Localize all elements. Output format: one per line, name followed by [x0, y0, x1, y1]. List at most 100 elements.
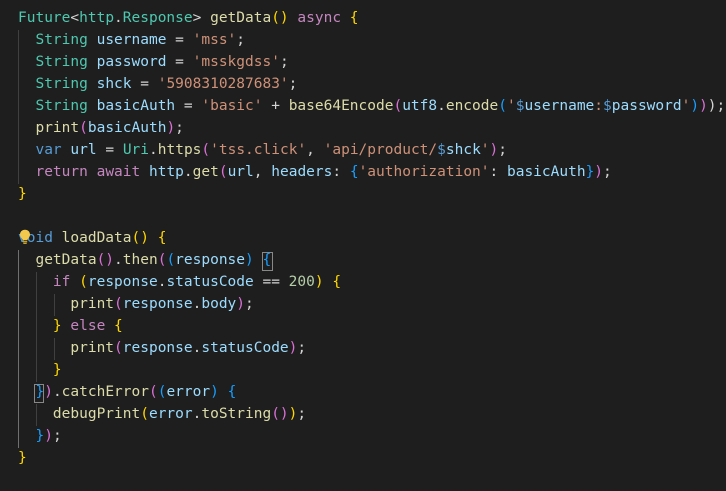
code-token: statusCode	[166, 274, 254, 290]
code-line[interactable]: print(response.statusCode);	[0, 337, 726, 359]
code-token: .	[437, 98, 446, 114]
code-token: .	[114, 10, 123, 26]
code-token: (	[218, 164, 228, 180]
code-token: (	[148, 384, 158, 400]
code-token: 'mss'	[192, 32, 237, 48]
code-line[interactable]: Future<http.Response> getData() async {	[0, 7, 726, 29]
code-token: '	[480, 142, 490, 158]
code-line[interactable]: }	[0, 447, 726, 469]
code-line[interactable]: debugPrint(error.toString());	[0, 403, 726, 425]
code-line[interactable]: void loadData() {	[0, 227, 726, 249]
code-token: response	[175, 252, 246, 268]
code-token: ;	[297, 340, 307, 356]
code-line[interactable]: String basicAuth = 'basic' + base64Encod…	[0, 95, 726, 117]
code-token: )	[210, 384, 219, 400]
code-token: username	[524, 98, 595, 114]
code-token: await	[96, 164, 141, 180]
code-token: http	[79, 10, 115, 26]
code-token: .	[114, 252, 123, 268]
code-token: print	[70, 340, 115, 356]
code-token: get	[192, 164, 219, 180]
code-line[interactable]: String password = 'msskgdss';	[0, 51, 726, 73]
code-token: :	[594, 98, 604, 114]
lightbulb-icon[interactable]	[19, 229, 31, 245]
code-token: toString	[201, 406, 272, 422]
code-token: }	[585, 164, 595, 180]
code-token: ()	[131, 230, 149, 246]
code-line[interactable]	[0, 205, 726, 227]
code-line[interactable]: if (response.statusCode == 200) {	[0, 271, 726, 293]
code-line[interactable]: print(basicAuth);	[0, 117, 726, 139]
code-token: response	[87, 274, 158, 290]
code-token: ()	[271, 10, 289, 26]
code-line[interactable]: String shck = '5908310287683';	[0, 73, 726, 95]
code-token: ()	[271, 406, 289, 422]
code-token: debugPrint	[52, 406, 141, 422]
code-token: )	[44, 384, 53, 400]
code-token: '5908310287683'	[157, 76, 289, 92]
code-token: password	[96, 54, 167, 70]
code-token: (	[114, 296, 123, 312]
code-token: base64Encode	[288, 98, 394, 114]
code-line[interactable]: });	[0, 425, 726, 447]
code-token: if	[52, 274, 71, 290]
code-token: username	[96, 32, 167, 48]
code-token: {	[332, 274, 342, 290]
code-line[interactable]: }	[0, 183, 726, 205]
code-token: );	[707, 98, 726, 114]
code-token: +	[262, 98, 289, 114]
code-token: basicAuth	[506, 164, 586, 180]
code-line[interactable]: getData().then((response) {	[0, 249, 726, 271]
code-token: (	[140, 406, 149, 422]
code-token: shck	[445, 142, 481, 158]
code-token: ;	[279, 54, 289, 70]
code-token: {	[227, 384, 237, 400]
code-token: url	[70, 142, 97, 158]
code-line[interactable]: return await http.get(url, headers: {'au…	[0, 161, 726, 183]
code-token: ;	[603, 164, 612, 180]
code-token: ()	[96, 252, 115, 268]
code-token: )	[44, 428, 53, 444]
code-token: {	[349, 164, 359, 180]
code-token: .	[149, 142, 158, 158]
code-token: )	[489, 142, 499, 158]
code-token: getData	[35, 252, 97, 268]
code-token: (	[114, 340, 123, 356]
code-token: =	[131, 76, 158, 92]
code-token: }	[18, 450, 27, 466]
code-token: 'tss.click'	[210, 142, 307, 158]
code-token: String	[35, 32, 88, 48]
code-token: :	[489, 164, 507, 180]
code-token: )	[690, 98, 700, 114]
code-token: https	[157, 142, 202, 158]
code-token: encode	[445, 98, 499, 114]
code-token: {	[114, 318, 123, 334]
code-token: error	[166, 384, 211, 400]
code-token: error	[148, 406, 193, 422]
code-line[interactable]: var url = Uri.https('tss.click', 'api/pr…	[0, 139, 726, 161]
code-line[interactable]: String username = 'mss';	[0, 29, 726, 51]
code-line[interactable]: }	[0, 359, 726, 381]
code-token: shck	[96, 76, 132, 92]
code-editor[interactable]: Future<http.Response> getData() async { …	[0, 0, 726, 491]
code-token: String	[35, 76, 88, 92]
code-token: response	[122, 296, 193, 312]
code-line[interactable]: print(response.body);	[0, 293, 726, 315]
code-token: password	[611, 98, 682, 114]
code-line[interactable]: }).catchError((error) {	[0, 381, 726, 403]
code-token: {	[349, 10, 359, 26]
code-line[interactable]: } else {	[0, 315, 726, 337]
